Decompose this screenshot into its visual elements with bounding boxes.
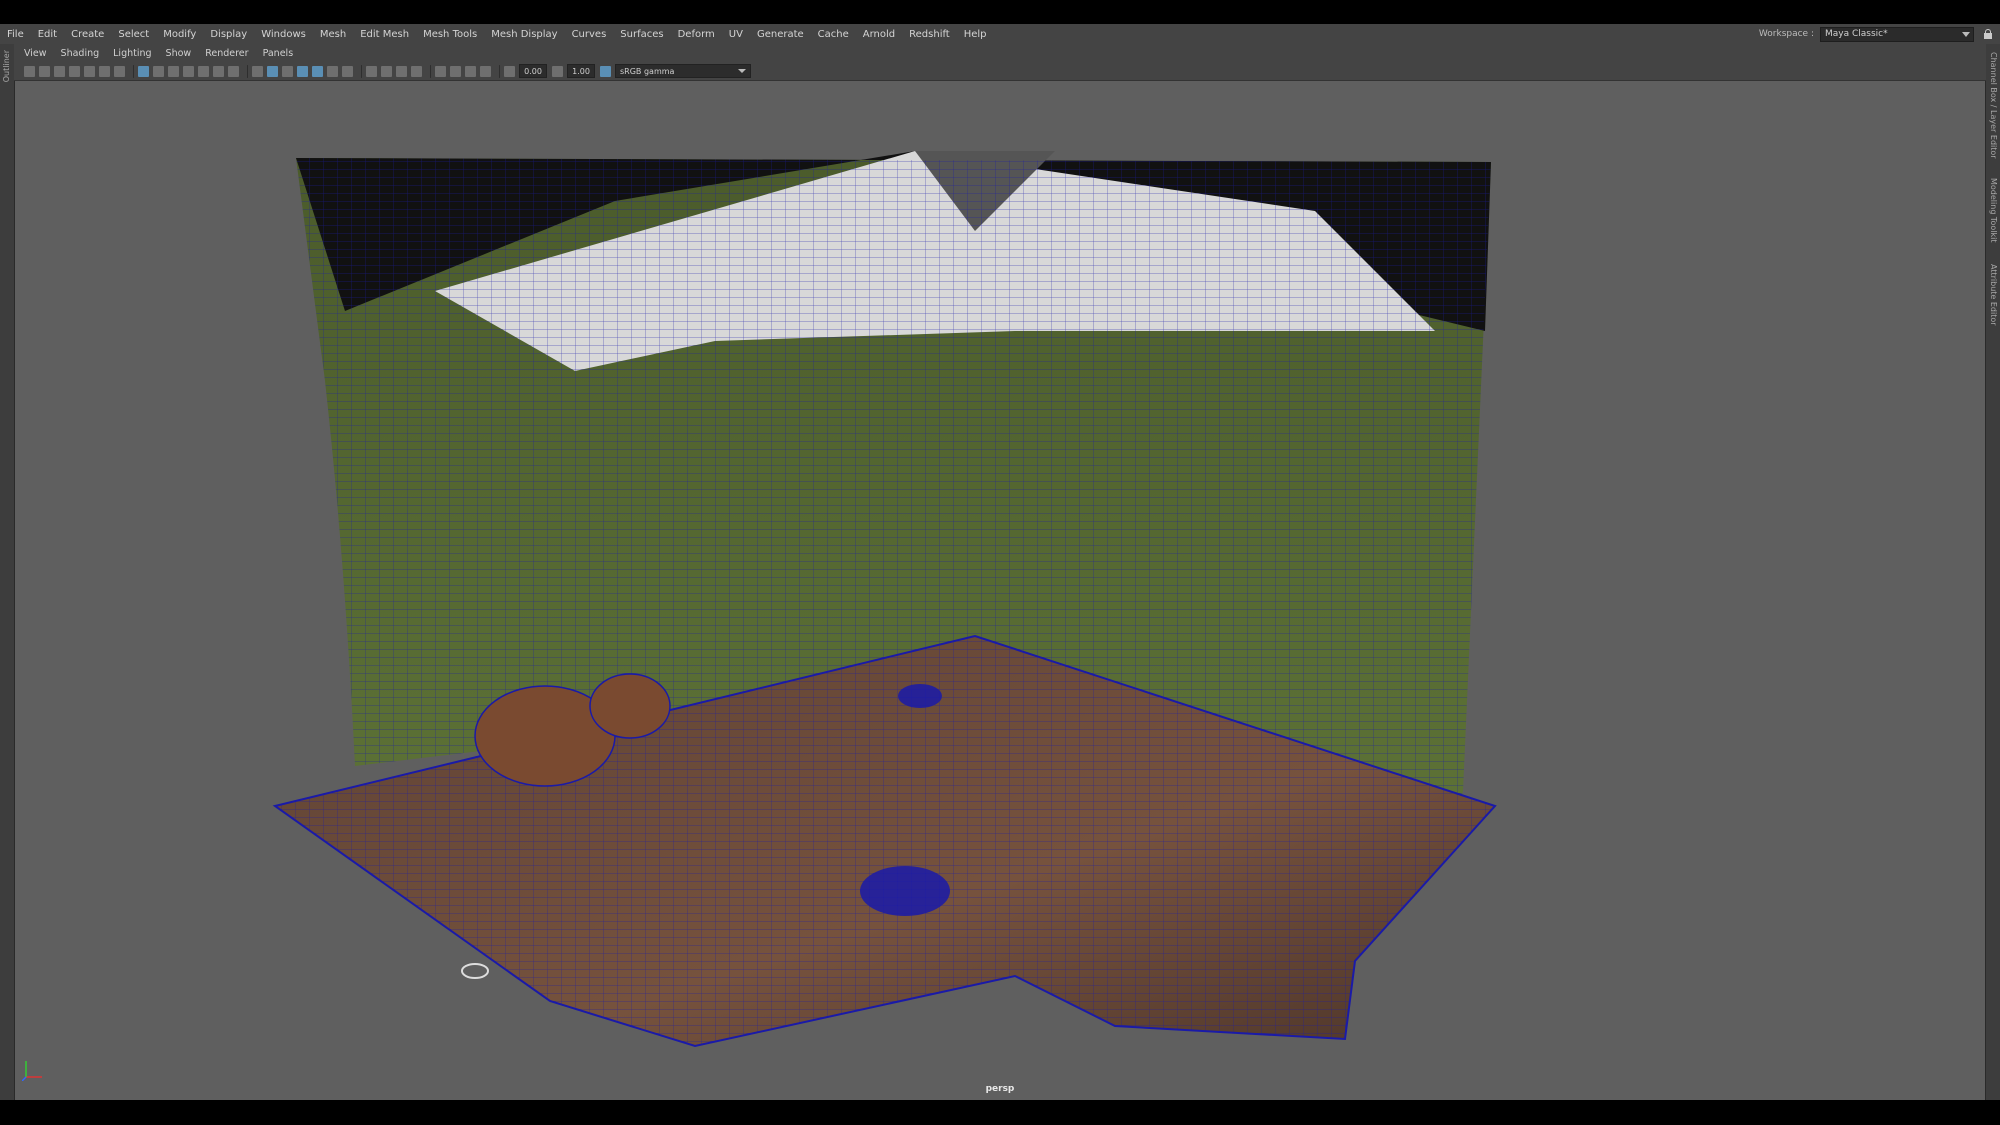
lock-icon[interactable] bbox=[1984, 29, 1992, 39]
shadows-icon[interactable] bbox=[342, 65, 353, 77]
camera-select-icon[interactable] bbox=[24, 65, 35, 77]
gamma-field[interactable]: 1.00 bbox=[567, 64, 595, 78]
menu-arnold[interactable]: Arnold bbox=[856, 29, 902, 40]
menu-deform[interactable]: Deform bbox=[671, 29, 722, 40]
panel-menu-bar: View Shading Lighting Show Renderer Pane… bbox=[14, 44, 1986, 62]
color-management-icon[interactable] bbox=[600, 65, 611, 77]
title-bar bbox=[0, 0, 2000, 24]
anti-aliasing-icon[interactable] bbox=[396, 65, 407, 77]
camera-attributes-icon[interactable] bbox=[39, 65, 50, 77]
camera-glyph bbox=[461, 963, 489, 979]
default-material-icon[interactable] bbox=[282, 65, 293, 77]
motion-blur-icon[interactable] bbox=[381, 65, 392, 77]
blue-mound-back bbox=[898, 684, 942, 708]
color-space-dropdown[interactable]: sRGB gamma bbox=[615, 64, 751, 78]
smooth-shade-icon[interactable] bbox=[267, 65, 278, 77]
grid-icon[interactable] bbox=[138, 65, 149, 77]
menu-create[interactable]: Create bbox=[64, 29, 111, 40]
menu-help[interactable]: Help bbox=[957, 29, 994, 40]
wireframe-on-shaded-icon[interactable] bbox=[297, 65, 308, 77]
tab-channel-box[interactable]: Channel Box / Layer Editor bbox=[1989, 52, 1998, 159]
panel-toolbar: 0.00 1.00 sRGB gamma bbox=[14, 62, 1986, 81]
workspace-value: Maya Classic* bbox=[1825, 29, 1888, 39]
main-menu-bar: File Edit Create Select Modify Display W… bbox=[0, 24, 2000, 44]
grease-pencil-icon[interactable] bbox=[99, 65, 110, 77]
safe-action-icon[interactable] bbox=[213, 65, 224, 77]
isolate-select-icon[interactable] bbox=[435, 65, 446, 77]
exposure-icon[interactable] bbox=[504, 65, 515, 77]
menu-windows[interactable]: Windows bbox=[254, 29, 313, 40]
image-plane-icon[interactable] bbox=[84, 65, 95, 77]
menu-curves[interactable]: Curves bbox=[565, 29, 614, 40]
scene-render bbox=[272, 151, 1497, 1048]
bookmark-icon[interactable] bbox=[69, 65, 80, 77]
rock-mound-small bbox=[589, 673, 671, 739]
tab-modeling-toolkit[interactable]: Modeling Toolkit bbox=[1989, 178, 1998, 242]
gamma-icon[interactable] bbox=[552, 65, 563, 77]
panel-menu-shading[interactable]: Shading bbox=[54, 48, 107, 59]
menu-display[interactable]: Display bbox=[203, 29, 254, 40]
menu-generate[interactable]: Generate bbox=[750, 29, 811, 40]
left-dock: Outliner bbox=[0, 44, 15, 1100]
perspective-viewport[interactable] bbox=[15, 81, 1985, 1100]
safe-title-icon[interactable] bbox=[228, 65, 239, 77]
tab-outliner[interactable]: Outliner bbox=[2, 50, 11, 82]
right-dock: Channel Box / Layer Editor Modeling Tool… bbox=[1985, 44, 2000, 1100]
toolbar-divider bbox=[361, 64, 362, 78]
toolbar-divider bbox=[247, 64, 248, 78]
pen-icon[interactable] bbox=[114, 65, 125, 77]
workspace-dropdown[interactable]: Maya Classic* bbox=[1820, 26, 1974, 42]
camera-bookmark-icon[interactable] bbox=[54, 65, 65, 77]
panel-menu-renderer[interactable]: Renderer bbox=[198, 48, 255, 59]
lights-icon[interactable] bbox=[327, 65, 338, 77]
textured-icon[interactable] bbox=[312, 65, 323, 77]
menu-mesh[interactable]: Mesh bbox=[313, 29, 353, 40]
menu-select[interactable]: Select bbox=[111, 29, 156, 40]
color-space-value: sRGB gamma bbox=[620, 66, 675, 76]
gate-mask-icon[interactable] bbox=[183, 65, 194, 77]
film-gate-icon[interactable] bbox=[153, 65, 164, 77]
chevron-down-icon bbox=[738, 69, 746, 73]
menu-edit[interactable]: Edit bbox=[31, 29, 64, 40]
backface-icon[interactable] bbox=[480, 65, 491, 77]
menu-mesh-display[interactable]: Mesh Display bbox=[484, 29, 564, 40]
toolbar-divider bbox=[499, 64, 500, 78]
workspace-label: Workspace : bbox=[1758, 29, 1814, 39]
view-axis-indicator bbox=[22, 1061, 42, 1081]
menu-mesh-tools[interactable]: Mesh Tools bbox=[416, 29, 484, 40]
toolbar-divider bbox=[430, 64, 431, 78]
menu-cache[interactable]: Cache bbox=[811, 29, 856, 40]
exposure-field[interactable]: 0.00 bbox=[519, 64, 547, 78]
panel-menu-show[interactable]: Show bbox=[159, 48, 199, 59]
blue-mound-center bbox=[860, 866, 950, 916]
xray-icon[interactable] bbox=[450, 65, 461, 77]
bottom-bar bbox=[0, 1100, 2000, 1125]
menu-modify[interactable]: Modify bbox=[156, 29, 203, 40]
menu-edit-mesh[interactable]: Edit Mesh bbox=[353, 29, 416, 40]
menu-surfaces[interactable]: Surfaces bbox=[613, 29, 670, 40]
wireframe-icon[interactable] bbox=[252, 65, 263, 77]
menu-uv[interactable]: UV bbox=[722, 29, 750, 40]
menu-file[interactable]: File bbox=[0, 29, 31, 40]
panel-menu-lighting[interactable]: Lighting bbox=[106, 48, 158, 59]
resolution-gate-icon[interactable] bbox=[168, 65, 179, 77]
tab-attribute-editor[interactable]: Attribute Editor bbox=[1989, 264, 1998, 326]
camera-name-label: persp bbox=[985, 1084, 1015, 1094]
menu-redshift[interactable]: Redshift bbox=[902, 29, 957, 40]
panel-menu-panels[interactable]: Panels bbox=[256, 48, 301, 59]
depth-of-field-icon[interactable] bbox=[411, 65, 422, 77]
ambient-occlusion-icon[interactable] bbox=[366, 65, 377, 77]
toolbar-divider bbox=[133, 64, 134, 78]
chevron-down-icon bbox=[1962, 31, 1970, 37]
xray-joints-icon[interactable] bbox=[465, 65, 476, 77]
panel-menu-view[interactable]: View bbox=[14, 48, 54, 59]
field-chart-icon[interactable] bbox=[198, 65, 209, 77]
workspace-selector: Workspace : Maya Classic* bbox=[1759, 24, 1992, 44]
